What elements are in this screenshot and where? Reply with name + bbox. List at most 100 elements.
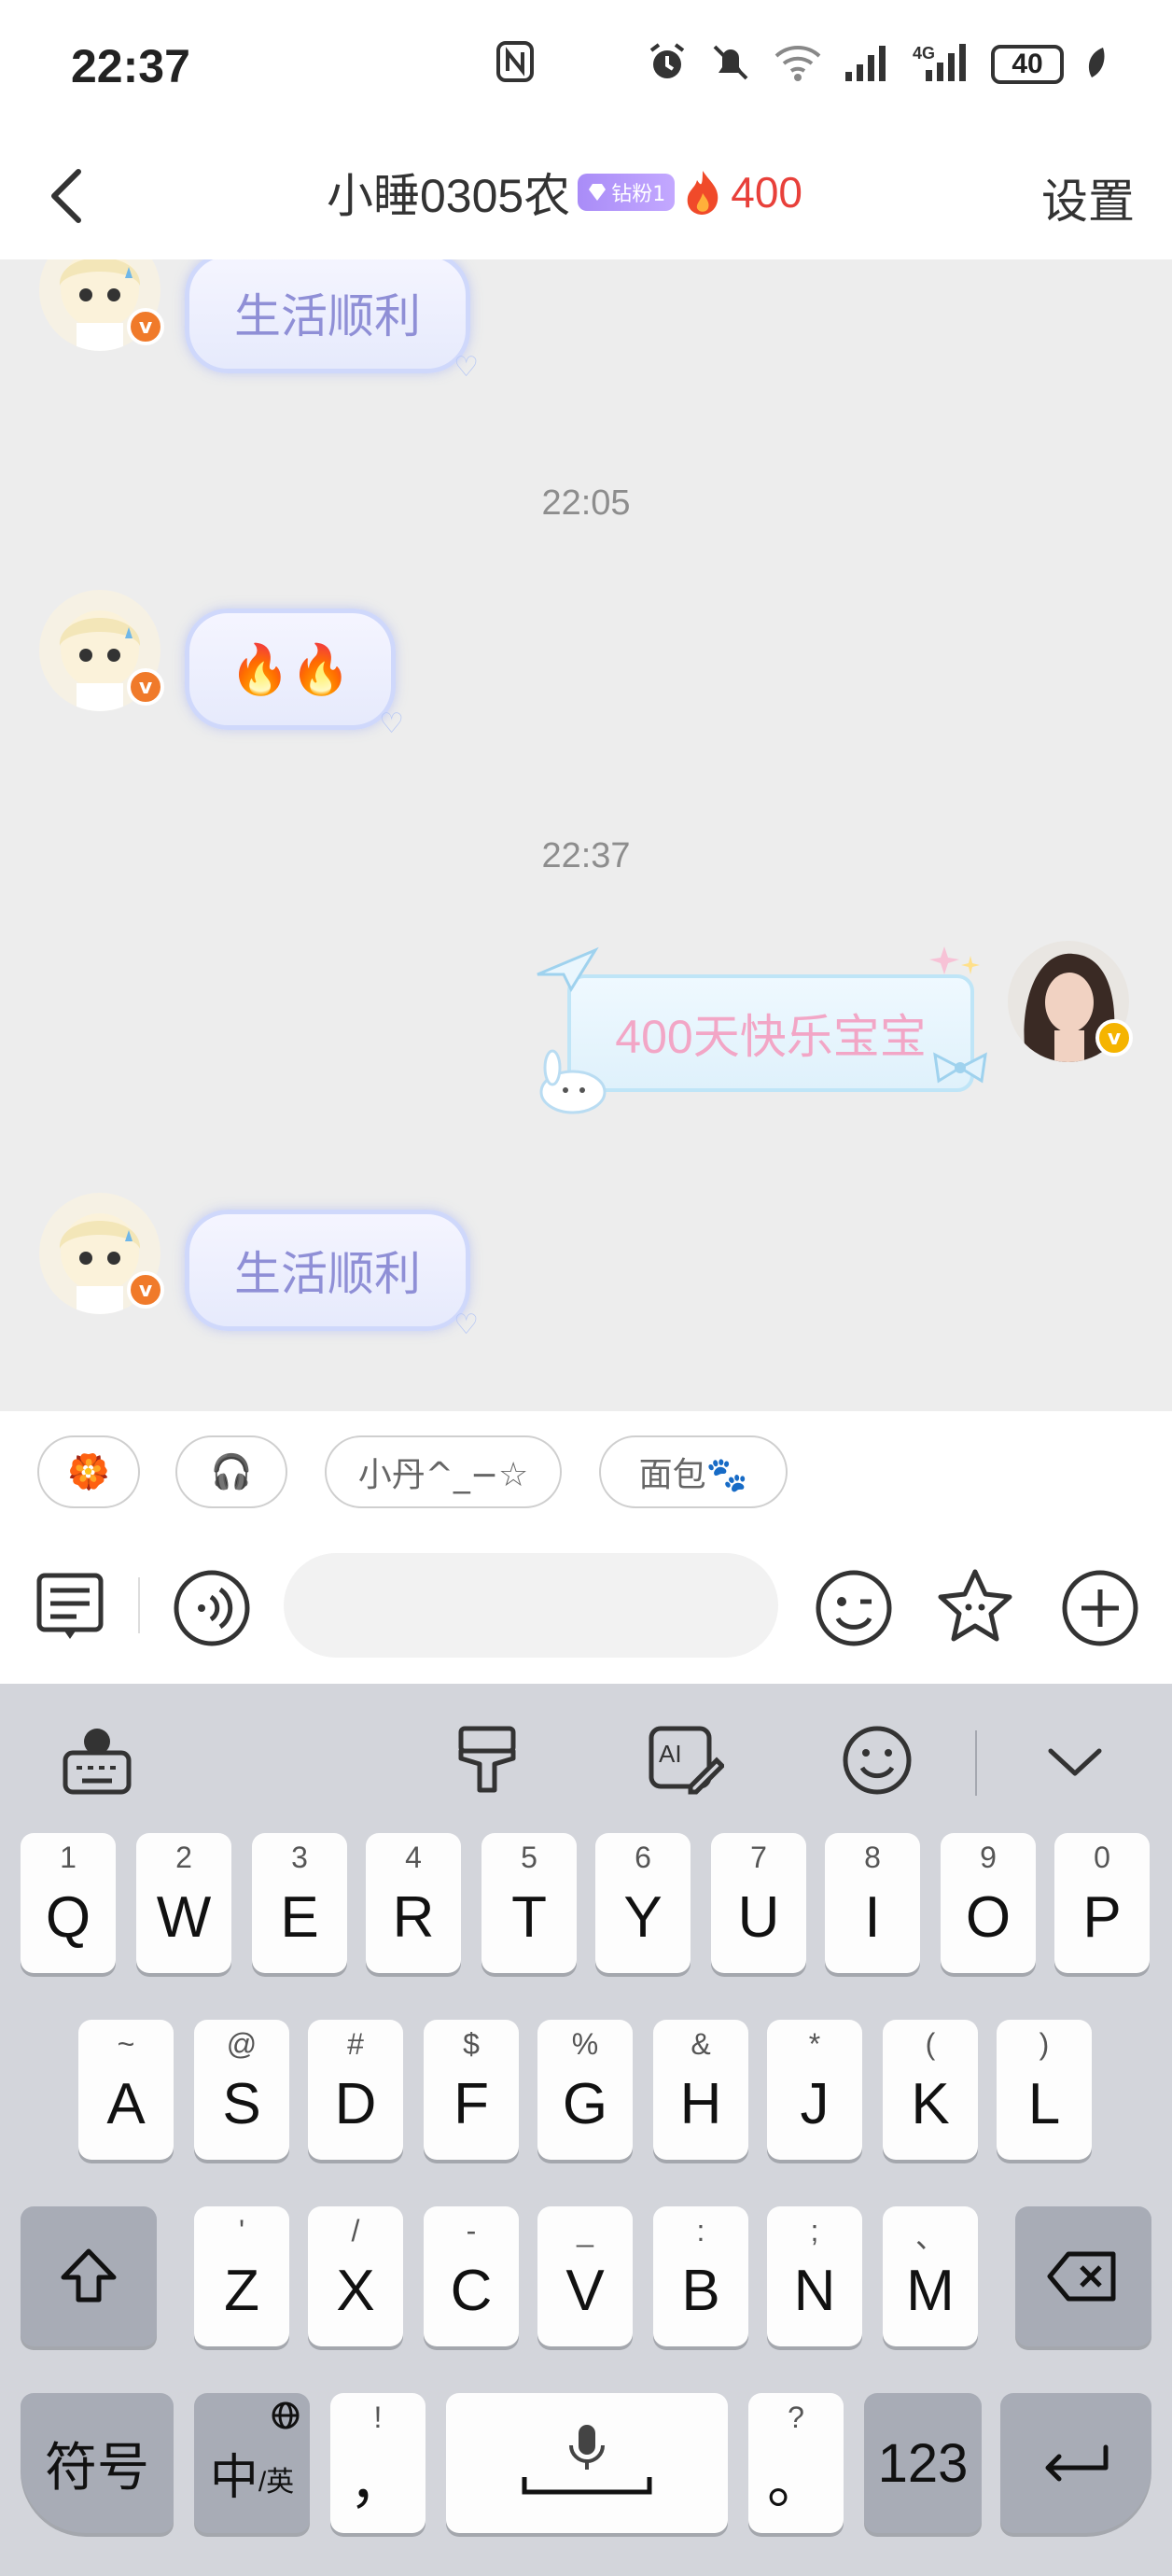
lang-switch-key[interactable]: 中/英 — [194, 2393, 310, 2533]
key-g[interactable]: % G — [537, 2020, 633, 2160]
key-j[interactable]: * J — [767, 2020, 862, 2160]
space-key[interactable] — [446, 2393, 728, 2533]
quick-reply-chip[interactable]: 🎧 — [175, 1435, 287, 1508]
key-d[interactable]: # D — [308, 2020, 403, 2160]
key-y[interactable]: 6Y — [595, 1833, 691, 1973]
keyboard-language-button[interactable] — [58, 1721, 136, 1799]
key-x[interactable]: / X — [308, 2206, 403, 2346]
key-r[interactable]: 4R — [366, 1833, 461, 1973]
status-bar: 22:37 4G 40 — [0, 0, 1172, 131]
message-bubble-sent[interactable]: 400天快乐宝宝 — [567, 974, 974, 1092]
chevron-down-icon — [1048, 1748, 1102, 1776]
message-bubble[interactable]: 生活顺利 ♡ — [185, 1210, 479, 1341]
nfc-icon — [495, 41, 536, 86]
fan-badge-label: 钻粉1 — [611, 183, 666, 206]
key-i[interactable]: 8I — [825, 1833, 920, 1973]
emoji-button[interactable] — [812, 1566, 896, 1650]
sticker-button[interactable] — [933, 1566, 1017, 1650]
message-timestamp: 22:05 — [541, 483, 631, 523]
key-n[interactable]: ; N — [767, 2206, 862, 2346]
more-plus-button[interactable] — [1058, 1566, 1142, 1650]
comma-key[interactable]: !， — [330, 2393, 426, 2533]
key-m[interactable]: 、 M — [883, 2206, 978, 2346]
settings-button[interactable]: 设置 — [1041, 164, 1135, 231]
mute-bell-icon — [709, 41, 752, 88]
message-text: 400天快乐宝宝 — [615, 1011, 927, 1063]
message-bubble[interactable]: 🔥🔥 ♡ — [185, 609, 404, 740]
keyboard: AI 1Q 2W 3E 4R 5T 6Y 7U 8I 9O 0P ~ A @ S #… — [0, 1684, 1172, 2576]
enter-arrow-icon — [1045, 2444, 1109, 2482]
key-t[interactable]: 5T — [481, 1833, 577, 1973]
message-text: 🔥🔥 — [230, 642, 351, 697]
headphones-icon: 🎧 — [210, 1453, 253, 1491]
quick-reply-label: 小丹^_−☆ — [357, 1456, 529, 1494]
key-v[interactable]: _ V — [537, 2206, 633, 2346]
back-button[interactable] — [34, 159, 108, 233]
contact-avatar[interactable]: v — [39, 590, 164, 711]
my-avatar[interactable]: v — [1008, 941, 1133, 1062]
backspace-key[interactable] — [1015, 2206, 1151, 2346]
key-z[interactable]: ' Z — [194, 2206, 289, 2346]
emoji-keyboard-button[interactable] — [838, 1721, 916, 1799]
fan-badge: 钻粉1 — [578, 174, 676, 211]
svg-text:4G: 4G — [913, 44, 935, 63]
smiley-icon — [843, 1726, 912, 1795]
key-b[interactable]: :B — [653, 2206, 748, 2346]
key-a[interactable]: ~ A — [78, 2020, 174, 2160]
ai-pen-icon: AI — [649, 1726, 726, 1795]
voice-button[interactable] — [170, 1566, 254, 1650]
shift-arrow-icon — [61, 2248, 117, 2303]
ai-write-button[interactable]: AI — [646, 1721, 726, 1799]
quick-reply-chip[interactable]: 小丹^_−☆ — [325, 1435, 562, 1508]
flower-icon: 🏵️ — [67, 1453, 110, 1491]
message-input-bar — [0, 1525, 1172, 1684]
signal-icon — [844, 42, 892, 87]
globe-icon — [271, 2401, 300, 2435]
message-input[interactable] — [284, 1553, 778, 1658]
key-h[interactable]: & H — [653, 2020, 748, 2160]
message-text: 生活顺利 — [234, 290, 421, 343]
key-p[interactable]: 0P — [1054, 1833, 1150, 1973]
microphone-space-icon — [522, 2425, 652, 2495]
paper-plane-icon — [534, 946, 599, 997]
key-u[interactable]: 7U — [711, 1833, 806, 1973]
divider — [138, 1577, 140, 1633]
menu-list-button[interactable] — [30, 1566, 114, 1650]
chevron-left-icon — [51, 169, 81, 223]
star-sparkle-icon — [928, 943, 984, 993]
contact-avatar[interactable]: v — [39, 259, 164, 351]
key-e[interactable]: 3E — [252, 1833, 347, 1973]
globe-keyboard-icon — [63, 1729, 132, 1795]
fire-icon — [687, 171, 719, 215]
quick-reply-chip[interactable]: 面包🐾 — [599, 1435, 788, 1508]
key-q[interactable]: 1Q — [21, 1833, 116, 1973]
chat-area[interactable]: v 生活顺利 ♡ 22:05 v 🔥🔥 ♡ 22:37 400天快乐宝宝 v v… — [0, 259, 1172, 1411]
symbols-key[interactable]: 符号 — [21, 2393, 174, 2533]
message-bubble[interactable]: 生活顺利 ♡ — [185, 259, 479, 384]
quick-reply-chip[interactable]: 🏵️ — [37, 1435, 140, 1508]
contact-avatar[interactable]: v — [39, 1193, 164, 1314]
heart-icon: ♡ — [453, 1309, 479, 1341]
contact-name: 小睡0305农 — [327, 170, 571, 222]
key-w[interactable]: 2W — [136, 1833, 231, 1973]
quick-reply-bar: 🏵️ 🎧 小丹^_−☆ 面包🐾 — [0, 1411, 1172, 1525]
key-l[interactable]: ) L — [997, 2020, 1092, 2160]
key-f[interactable]: $ F — [424, 2020, 519, 2160]
period-key[interactable]: ?。 — [748, 2393, 844, 2533]
signal-4g-icon: 4G — [913, 42, 970, 87]
key-c[interactable]: -C — [424, 2206, 519, 2346]
leaf-icon — [1084, 44, 1107, 85]
key-k[interactable]: (K — [883, 2020, 978, 2160]
key-s[interactable]: @ S — [194, 2020, 289, 2160]
toolbar-divider — [975, 1730, 977, 1796]
skin-theme-button[interactable] — [448, 1721, 526, 1799]
key-o[interactable]: 9O — [941, 1833, 1036, 1973]
list-menu-icon — [36, 1573, 104, 1639]
collapse-keyboard-button[interactable] — [1036, 1721, 1114, 1799]
heart-icon: ♡ — [453, 351, 479, 384]
shift-key[interactable] — [21, 2206, 157, 2346]
chat-header: 小睡0305农 钻粉1 400 设置 — [0, 131, 1172, 259]
backspace-icon — [1047, 2251, 1116, 2302]
enter-key[interactable] — [1000, 2393, 1151, 2533]
numbers-key[interactable]: 123 — [864, 2393, 982, 2533]
